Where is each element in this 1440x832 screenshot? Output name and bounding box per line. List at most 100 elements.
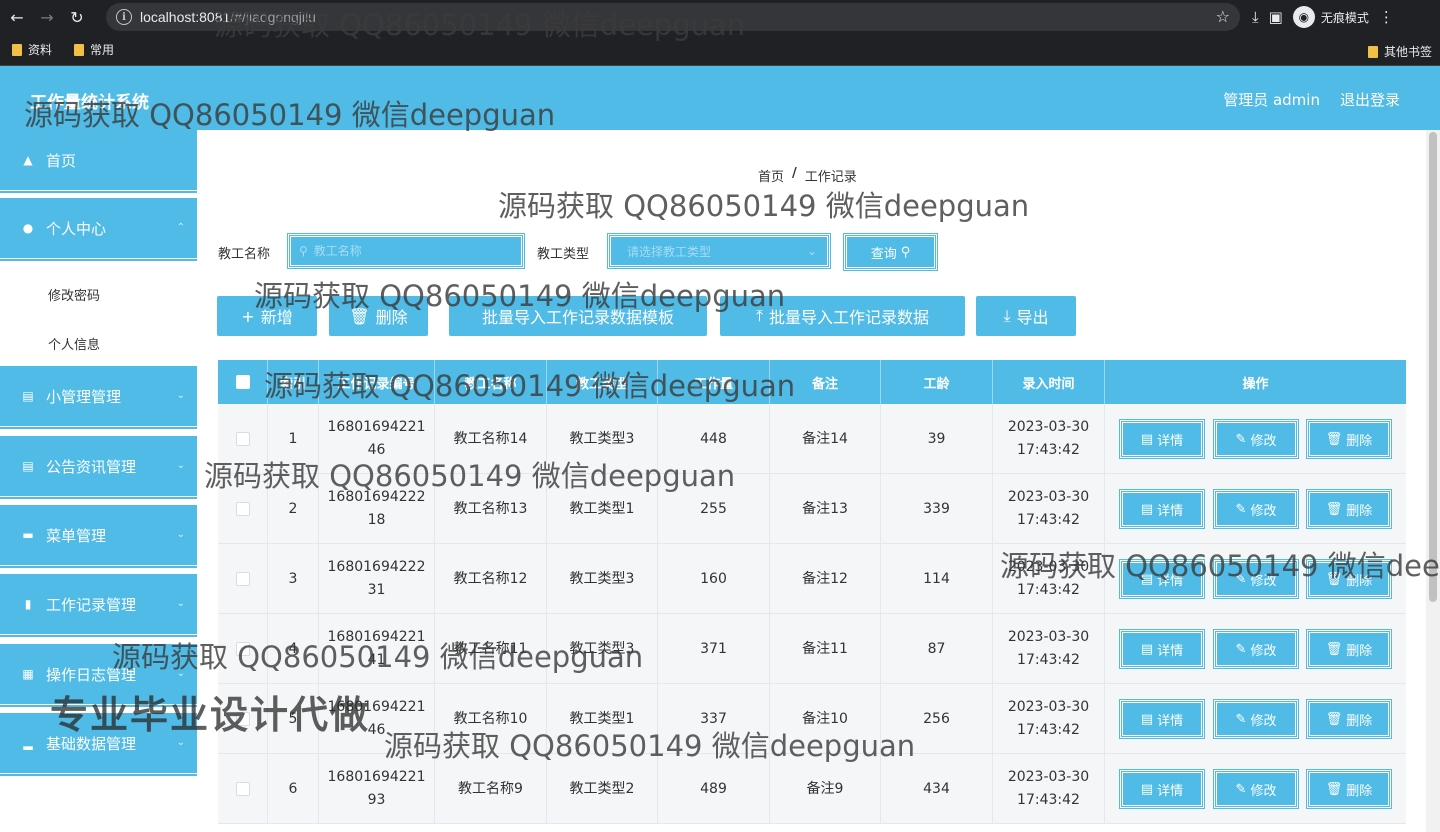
folder-icon [12, 43, 22, 56]
row-checkbox[interactable] [235, 712, 250, 726]
sidebar-item-home[interactable]: ▲ 首页 [0, 130, 197, 194]
delete-button[interactable]: 🗑 删除 [1306, 559, 1392, 599]
index-cell: 1 [268, 404, 319, 474]
remark-cell: 备注9 [770, 754, 881, 824]
sidebar-subitem-change-password[interactable]: 修改密码 [48, 285, 100, 304]
detail-button-label: 详情 [1157, 643, 1184, 659]
edit-button[interactable]: ✎ 修改 [1213, 629, 1299, 669]
add-button[interactable]: + 新增 [217, 296, 317, 336]
select-all-checkbox[interactable] [235, 375, 250, 389]
delete-button[interactable]: 🗑 删除 [1306, 419, 1392, 459]
batch-delete-button[interactable]: 🗑 删除 [329, 296, 428, 336]
upload-icon: ⤒ [755, 306, 764, 325]
type-cell: 教工类型3 [547, 544, 658, 614]
delete-button[interactable]: 🗑 删除 [1306, 629, 1392, 669]
sidebar-item-xiao-management[interactable]: ▤ 小管理管理 ⌄ [0, 366, 197, 430]
page-scrollbar[interactable] [1426, 130, 1440, 832]
chevron-up-icon: ⌃ [176, 222, 185, 233]
import-template-button[interactable]: 批量导入工作记录数据模板 [449, 296, 707, 336]
breadcrumb-home[interactable]: 首页 [758, 166, 784, 185]
detail-button[interactable]: ▤ 详情 [1119, 419, 1205, 459]
cell-text: 31 [367, 582, 386, 598]
edit-button[interactable]: ✎ 修改 [1213, 419, 1299, 459]
name-cell: 教工名称13 [435, 474, 547, 544]
detail-button-label: 详情 [1157, 503, 1184, 519]
type-select[interactable]: 请选择教工类型 ⌄ [607, 233, 831, 269]
sidebar-item-announcements[interactable]: ▤ 公告资讯管理 ⌄ [0, 436, 197, 500]
sidebar-subitem-personal-info[interactable]: 个人信息 [48, 334, 100, 353]
forward-icon[interactable]: → [34, 4, 60, 30]
sidebar-item-basic-data[interactable]: ▂ 基础数据管理 ⌄ [0, 713, 197, 777]
bookmark-folder[interactable]: 资料 [12, 41, 52, 58]
detail-button[interactable]: ▤ 详情 [1119, 559, 1205, 599]
edit-button[interactable]: ✎ 修改 [1213, 699, 1299, 739]
logout-link[interactable]: 退出登录 [1340, 89, 1400, 110]
sidebar-item-profile-center[interactable]: ● 个人中心 ⌃ [0, 198, 197, 262]
edit-button[interactable]: ✎ 修改 [1213, 769, 1299, 809]
download-icon[interactable]: ⤓ [1252, 8, 1259, 26]
type-cell: 教工类型1 [547, 684, 658, 754]
row-checkbox[interactable] [235, 572, 250, 586]
batch-import-button[interactable]: ⤒ 批量导入工作记录数据 [720, 296, 965, 336]
sidebar-item-operation-logs[interactable]: ▦ 操作日志管理 ⌄ [0, 644, 197, 708]
query-button[interactable]: 查询 ⚲ [843, 233, 938, 271]
table-row: 4 16801694221 41 教工名称11 教工类型3 371 备注11 87 2023-0… [218, 614, 1406, 684]
detail-button[interactable]: ▤ 详情 [1119, 699, 1205, 739]
row-checkbox[interactable] [235, 782, 250, 796]
name-search-input[interactable] [313, 244, 514, 258]
delete-button[interactable]: 🗑 删除 [1306, 769, 1392, 809]
other-bookmarks[interactable]: 其他书签 [1367, 43, 1432, 60]
table-row: 2 16801694222 18 教工名称13 教工类型1 255 备注13 339 2023-… [218, 474, 1406, 544]
row-checkbox[interactable] [235, 432, 250, 446]
info-icon[interactable]: i [116, 9, 132, 25]
sidebar-item-work-records[interactable]: ▮ 工作记录管理 ⌄ [0, 574, 197, 638]
pencil-icon: ✎ [1235, 501, 1247, 517]
breadcrumb-current: 工作记录 [804, 170, 857, 185]
detail-button[interactable]: ▤ 详情 [1119, 769, 1205, 809]
edit-button[interactable]: ✎ 修改 [1213, 489, 1299, 529]
export-button[interactable]: ⤓ 导出 [976, 296, 1076, 336]
reload-icon[interactable]: ↻ [64, 4, 90, 30]
plus-icon: + [241, 306, 255, 326]
current-user: 管理员 admin [1223, 91, 1320, 109]
delete-button[interactable]: 🗑 删除 [1306, 489, 1392, 529]
address-bar[interactable]: i localhost:8081/#/jiaogongjilu ☆ [106, 3, 1240, 31]
bar-chart-icon: ▂ [23, 736, 33, 750]
type-cell: 教工类型1 [547, 474, 658, 544]
cell-text: 18 [367, 512, 386, 528]
bookmark-star-icon[interactable]: ☆ [1216, 7, 1230, 26]
detail-button[interactable]: ▤ 详情 [1119, 489, 1205, 529]
cell-text: 16801694221 [327, 629, 426, 645]
menu-dots-icon[interactable]: ⋮ [1379, 8, 1394, 26]
sidebar-item-menu-management[interactable]: ▬ 菜单管理 ⌄ [0, 505, 197, 569]
scrollbar-thumb[interactable] [1429, 132, 1437, 602]
chevron-down-icon: ⌄ [806, 244, 817, 258]
browser-toolbar: ← → ↻ i localhost:8081/#/jiaogongjilu ☆ … [0, 0, 1440, 34]
column-header: 录入时间 [993, 360, 1105, 404]
delete-button[interactable]: 🗑 删除 [1306, 699, 1392, 739]
delete-button-label: 删除 [1346, 573, 1373, 589]
cell-text: 2023-03-30 [1007, 559, 1090, 575]
name-filter-label: 教工名称 [218, 247, 271, 262]
comment-icon: ▮ [24, 597, 32, 611]
incognito-indicator[interactable]: ◉ 无痕模式 [1292, 6, 1369, 28]
chevron-down-icon: ⌄ [176, 390, 185, 401]
edit-button[interactable]: ✎ 修改 [1213, 559, 1299, 599]
cell-text: 16801694222 [327, 489, 426, 505]
column-header: 工作量 [658, 360, 770, 404]
row-checkbox[interactable] [235, 642, 250, 656]
row-checkbox[interactable] [235, 502, 250, 516]
search-icon: ⚲ [900, 244, 911, 260]
entry-time-cell: 2023-03-30 17:43:42 [993, 754, 1105, 824]
record-number-cell: 16801694222 31 [319, 544, 435, 614]
bookmark-folder[interactable]: 常用 [74, 41, 114, 58]
trash-icon: 🗑 [1325, 571, 1343, 587]
sidepanel-icon[interactable]: ▣ [1269, 8, 1283, 26]
column-header: 操作 [1242, 376, 1269, 392]
detail-button-label: 详情 [1157, 573, 1184, 589]
back-icon[interactable]: ← [4, 4, 30, 30]
document-icon: ▤ [1140, 501, 1154, 517]
detail-button[interactable]: ▤ 详情 [1119, 629, 1205, 669]
folder-icon [74, 43, 85, 56]
name-search-field[interactable]: ⚲ [287, 233, 525, 269]
